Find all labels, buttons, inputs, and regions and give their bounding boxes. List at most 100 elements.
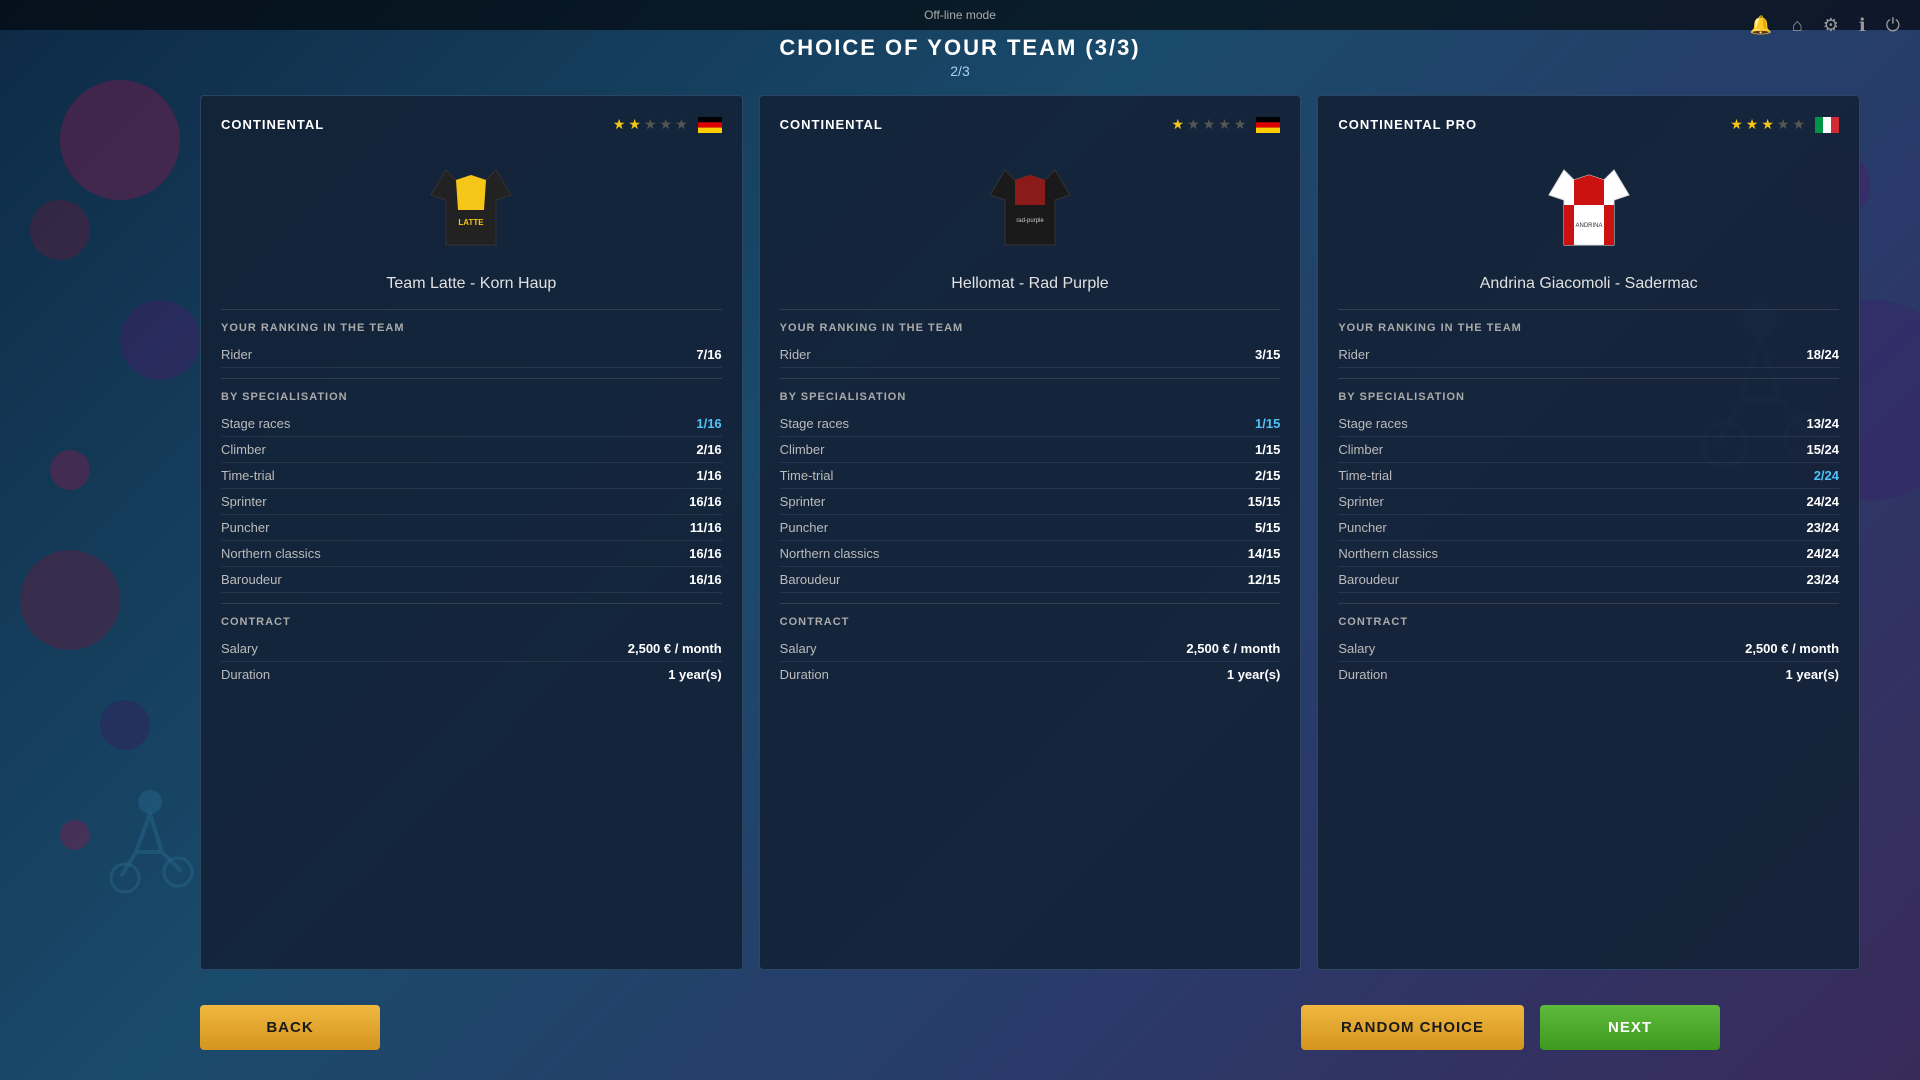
team-card-2[interactable]: CONTINENTAL ★★★★★ rad-purple Hellomat - … [759, 95, 1302, 970]
contract-row: Salary 2,500 € / month [221, 636, 722, 662]
contract-value: 2,500 € / month [1745, 641, 1839, 656]
divider-2 [1338, 378, 1839, 379]
contract-value: 2,500 € / month [628, 641, 722, 656]
spec-row: Sprinter 15/15 [780, 489, 1281, 515]
page-title: CHOICE OF YOUR TEAM (3/3) [0, 35, 1920, 61]
star-icon: ★ [628, 116, 641, 133]
stars-container: ★★★★★ [613, 116, 688, 133]
spec-row: Baroudeur 12/15 [780, 567, 1281, 593]
right-buttons: Random Choice Next [1301, 1005, 1720, 1050]
star-icon: ★ [660, 116, 673, 133]
spec-row: Puncher 23/24 [1338, 515, 1839, 541]
spec-row: Time-trial 2/15 [780, 463, 1281, 489]
spec-label: Northern classics [780, 546, 880, 561]
spec-row: Baroudeur 16/16 [221, 567, 722, 593]
spec-value: 11/16 [690, 520, 722, 535]
team-name: Andrina Giacomoli - Sadermac [1338, 275, 1839, 293]
power-icon[interactable]: ⏻ [1886, 15, 1900, 36]
contract-row: Duration 1 year(s) [780, 662, 1281, 687]
spec-row: Puncher 5/15 [780, 515, 1281, 541]
spec-label: Puncher [221, 520, 269, 535]
card-header: CONTINENTAL ★★★★★ [221, 116, 722, 133]
card-rating: ★★★★★ [1172, 116, 1281, 133]
spec-value: 14/15 [1248, 546, 1281, 561]
jersey-image: rad-purple [985, 150, 1075, 260]
rank-row: Rider 7/16 [221, 342, 722, 368]
spec-label: Time-trial [1338, 468, 1392, 483]
spec-row: Puncher 11/16 [221, 515, 722, 541]
divider-1 [221, 309, 722, 310]
rank-row: Rider 18/24 [1338, 342, 1839, 368]
spec-value: 16/16 [689, 572, 722, 587]
spec-label: Climber [221, 442, 266, 457]
star-icon: ★ [675, 116, 688, 133]
spec-row: Climber 1/15 [780, 437, 1281, 463]
spec-value: 15/15 [1248, 494, 1281, 509]
spec-value: 2/24 [1814, 468, 1839, 483]
team-card-1[interactable]: CONTINENTAL ★★★★★ LATTE Team Latte - Kor… [200, 95, 743, 970]
spec-value: 1/16 [696, 416, 721, 431]
stars-container: ★★★★★ [1172, 116, 1247, 133]
bell-icon[interactable]: 🔔 [1749, 15, 1771, 36]
contract-value: 1 year(s) [668, 667, 721, 682]
ranking-section-label: YOUR RANKING IN THE TEAM [221, 322, 722, 334]
flag-icon [698, 117, 722, 133]
spec-value: 24/24 [1806, 494, 1839, 509]
svg-text:LATTE: LATTE [459, 218, 485, 227]
random-choice-button[interactable]: Random Choice [1301, 1005, 1524, 1050]
contract-section-label: CONTRACT [1338, 616, 1839, 628]
progress-indicator: 2/3 [0, 63, 1920, 79]
spec-value: 23/24 [1806, 520, 1839, 535]
star-icon: ★ [1218, 116, 1231, 133]
offline-bar: Off-line mode 🔔 ⌂ ⚙ ℹ ⏻ [0, 0, 1920, 30]
spec-row: Stage races 1/16 [221, 411, 722, 437]
contract-label: Duration [1338, 667, 1387, 682]
cyclist-silhouette-left [100, 780, 200, 900]
spec-section-label: BY SPECIALISATION [1338, 391, 1839, 403]
spec-label: Time-trial [780, 468, 834, 483]
contract-value: 2,500 € / month [1186, 641, 1280, 656]
card-type: CONTINENTAL PRO [1338, 117, 1477, 132]
contract-label: Salary [780, 641, 817, 656]
flag-icon [1256, 117, 1280, 133]
spec-label: Baroudeur [1338, 572, 1399, 587]
jersey-area: LATTE [221, 145, 722, 265]
team-card-3[interactable]: CONTINENTAL PRO ★★★★★ ANDRINA Andrina Gi… [1317, 95, 1860, 970]
team-name: Hellomat - Rad Purple [780, 275, 1281, 293]
spec-value: 2/15 [1255, 468, 1280, 483]
divider-3 [221, 603, 722, 604]
spec-row: Baroudeur 23/24 [1338, 567, 1839, 593]
gear-icon[interactable]: ⚙ [1823, 15, 1839, 36]
spec-label: Stage races [780, 416, 849, 431]
jersey-image: ANDRINA [1544, 150, 1634, 260]
info-icon[interactable]: ℹ [1859, 15, 1866, 36]
card-rating: ★★★★★ [1730, 116, 1839, 133]
spec-value: 15/24 [1806, 442, 1839, 457]
svg-text:ANDRINA: ANDRINA [1575, 223, 1602, 229]
spec-label: Time-trial [221, 468, 275, 483]
spec-row: Climber 2/16 [221, 437, 722, 463]
spec-row: Northern classics 16/16 [221, 541, 722, 567]
star-icon: ★ [1172, 116, 1185, 133]
home-icon[interactable]: ⌂ [1792, 15, 1803, 36]
star-icon: ★ [1746, 116, 1759, 133]
ranking-section-label: YOUR RANKING IN THE TEAM [780, 322, 1281, 334]
contract-value: 1 year(s) [1786, 667, 1839, 682]
next-button[interactable]: Next [1540, 1005, 1720, 1050]
spec-value: 23/24 [1806, 572, 1839, 587]
spec-label: Climber [1338, 442, 1383, 457]
spec-value: 16/16 [689, 546, 722, 561]
divider-2 [780, 378, 1281, 379]
card-type: CONTINENTAL [221, 117, 324, 132]
ranking-section-label: YOUR RANKING IN THE TEAM [1338, 322, 1839, 334]
flag-icon [1815, 117, 1839, 133]
contract-row: Duration 1 year(s) [1338, 662, 1839, 687]
team-name: Team Latte - Korn Haup [221, 275, 722, 293]
divider-1 [780, 309, 1281, 310]
contract-label: Duration [780, 667, 829, 682]
spec-label: Northern classics [1338, 546, 1438, 561]
spec-value: 1/15 [1255, 442, 1280, 457]
back-button[interactable]: Back [200, 1005, 380, 1050]
spec-value: 24/24 [1806, 546, 1839, 561]
spec-row: Northern classics 14/15 [780, 541, 1281, 567]
